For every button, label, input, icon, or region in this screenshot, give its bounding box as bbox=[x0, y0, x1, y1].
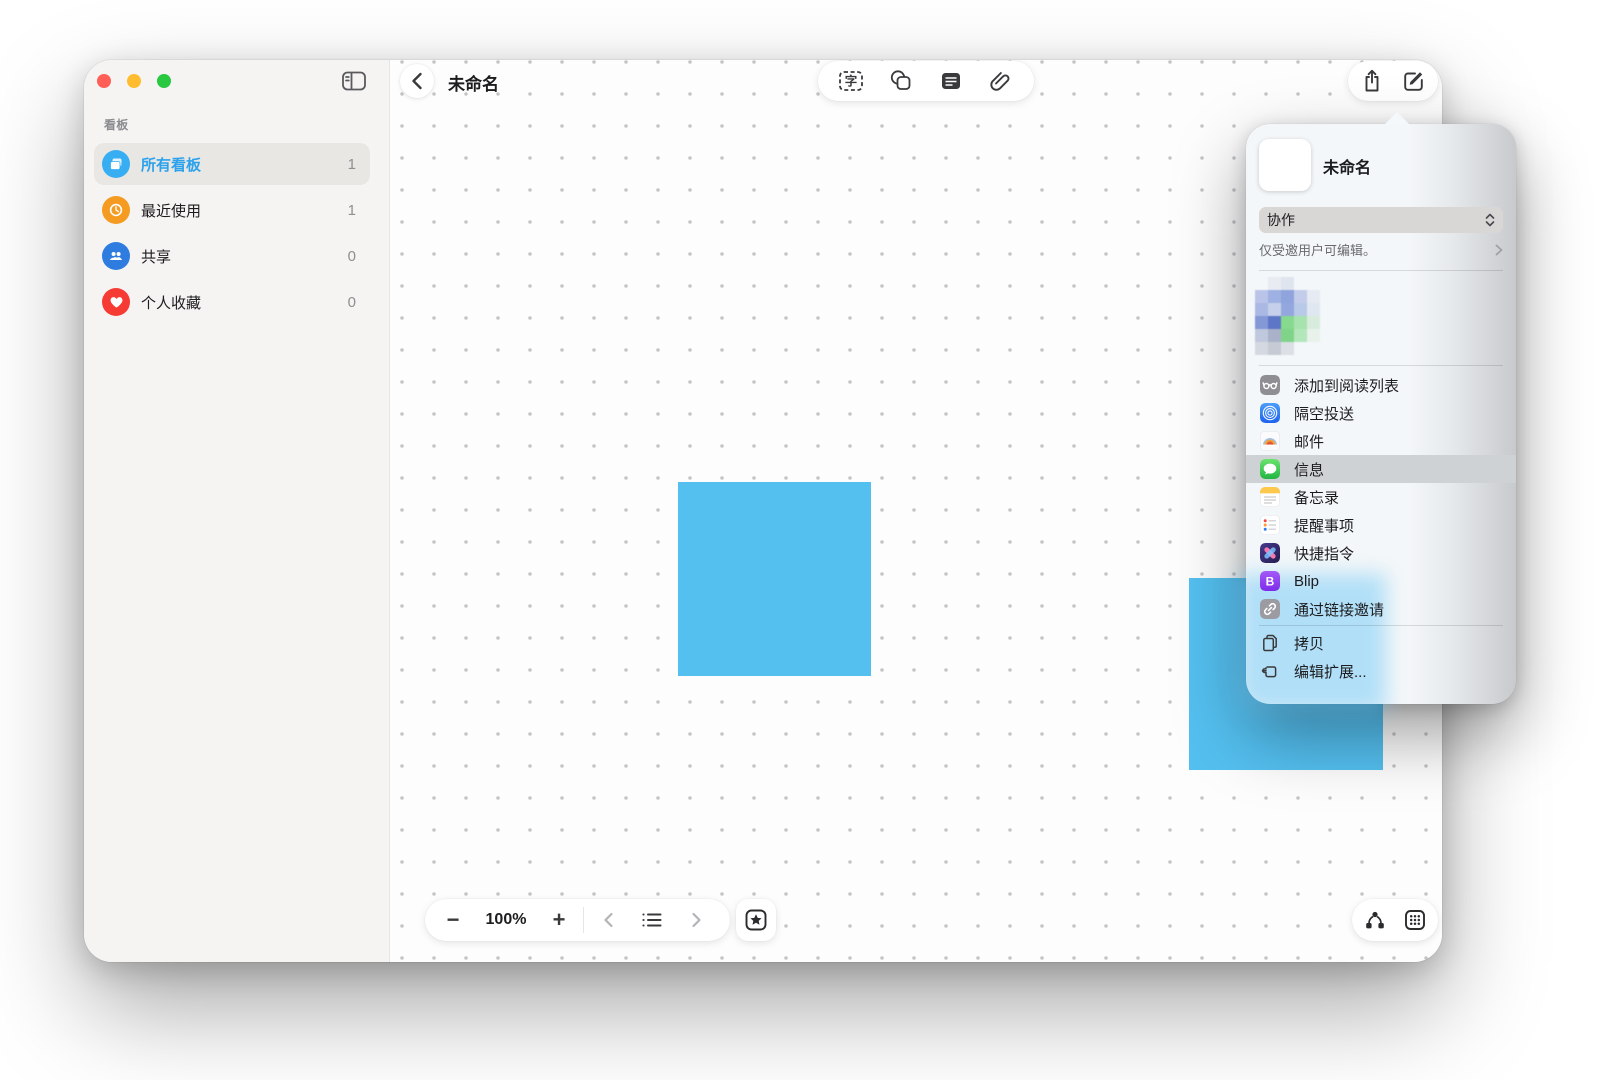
heart-icon bbox=[102, 288, 130, 316]
sidebar-item-label: 个人收藏 bbox=[141, 292, 348, 313]
mail-icon bbox=[1260, 431, 1280, 451]
share-target-notes[interactable]: 备忘录 bbox=[1246, 483, 1516, 511]
zoom-in-button[interactable]: + bbox=[537, 903, 581, 937]
link-icon bbox=[1260, 599, 1280, 619]
back-button[interactable] bbox=[400, 64, 434, 98]
sidebar-item-favorites[interactable]: 个人收藏 0 bbox=[94, 281, 370, 323]
reminders-icon bbox=[1260, 515, 1280, 535]
popover-actions: 拷贝 编辑扩展... bbox=[1246, 629, 1516, 685]
copy-action[interactable]: 拷贝 bbox=[1246, 629, 1516, 657]
reading-list-icon bbox=[1260, 375, 1280, 395]
share-target-messages[interactable]: 信息 bbox=[1246, 455, 1516, 483]
insert-toolbar: 字 bbox=[818, 61, 1034, 101]
up-down-chevron-icon bbox=[1485, 213, 1495, 227]
board-list-icon[interactable] bbox=[630, 903, 674, 937]
share-target-airdrop[interactable]: 隔空投送 bbox=[1246, 399, 1516, 427]
collaborate-select[interactable]: 协作 bbox=[1259, 207, 1503, 233]
favorite-board-icon[interactable] bbox=[736, 899, 776, 941]
divider bbox=[583, 907, 584, 933]
sidebar-item-all-boards[interactable]: 所有看板 1 bbox=[94, 143, 370, 185]
attachment-icon[interactable] bbox=[984, 64, 1018, 98]
zoom-level[interactable]: 100% bbox=[475, 911, 537, 929]
clock-icon bbox=[102, 196, 130, 224]
divider bbox=[1259, 270, 1503, 271]
nav-back-icon[interactable] bbox=[586, 903, 630, 937]
sidebar: 看板 所有看板 1 最近使用 bbox=[84, 60, 390, 962]
sidebar-item-count: 1 bbox=[348, 202, 356, 219]
sidebar-item-count: 0 bbox=[348, 248, 356, 265]
zoom-toolbar: − 100% + bbox=[425, 899, 730, 941]
close-window-button[interactable] bbox=[97, 74, 111, 88]
collaborate-select-value: 协作 bbox=[1267, 210, 1485, 230]
permission-row[interactable]: 仅受邀用户可编辑。 bbox=[1259, 240, 1503, 259]
zoom-out-button[interactable]: − bbox=[431, 903, 475, 937]
share-target-reading-list[interactable]: 添加到阅读列表 bbox=[1246, 371, 1516, 399]
svg-text:字: 字 bbox=[845, 74, 858, 89]
chevron-right-icon bbox=[1495, 244, 1503, 256]
sidebar-item-recents[interactable]: 最近使用 1 bbox=[94, 189, 370, 231]
sticky-note-tool-icon[interactable] bbox=[934, 64, 968, 98]
zoom-window-button[interactable] bbox=[157, 74, 171, 88]
new-board-icon[interactable] bbox=[1397, 64, 1431, 98]
avatar-mosaic bbox=[1255, 277, 1320, 355]
sidebar-item-shared[interactable]: 共享 0 bbox=[94, 235, 370, 277]
divider bbox=[1259, 625, 1503, 626]
grid-view-icon[interactable] bbox=[1398, 903, 1432, 937]
share-target-blip[interactable]: B Blip bbox=[1246, 567, 1516, 595]
share-target-shortcuts[interactable]: 快捷指令 bbox=[1246, 539, 1516, 567]
blip-icon: B bbox=[1260, 571, 1280, 591]
text-style-tool-icon[interactable]: 字 bbox=[834, 64, 868, 98]
messages-icon bbox=[1260, 459, 1280, 479]
toggle-sidebar-icon[interactable] bbox=[340, 69, 368, 93]
share-icon[interactable] bbox=[1355, 64, 1389, 98]
notes-icon bbox=[1260, 487, 1280, 507]
divider bbox=[1259, 365, 1503, 366]
people-icon bbox=[102, 242, 130, 270]
window-actions-toolbar bbox=[1348, 61, 1438, 101]
svg-text:B: B bbox=[1266, 575, 1275, 589]
shortcuts-icon bbox=[1260, 543, 1280, 563]
popover-board-title: 未命名 bbox=[1323, 154, 1371, 178]
nav-forward-icon[interactable] bbox=[674, 903, 718, 937]
sidebar-item-label: 所有看板 bbox=[141, 154, 348, 175]
sidebar-item-count: 0 bbox=[348, 294, 356, 311]
view-toolbar bbox=[1352, 899, 1438, 941]
share-target-mail[interactable]: 邮件 bbox=[1246, 427, 1516, 455]
board-title: 未命名 bbox=[448, 70, 499, 95]
screen: { "colors": { "accent_blue": "#2da2ec", … bbox=[0, 0, 1600, 1080]
sidebar-item-label: 共享 bbox=[141, 246, 348, 267]
copy-icon bbox=[1260, 633, 1280, 653]
sidebar-item-label: 最近使用 bbox=[141, 200, 348, 221]
boards-icon bbox=[102, 150, 130, 178]
extensions-icon bbox=[1260, 661, 1280, 681]
airdrop-icon bbox=[1260, 403, 1280, 423]
share-target-invite-link[interactable]: 通过链接邀请 bbox=[1246, 595, 1516, 623]
minimize-window-button[interactable] bbox=[127, 74, 141, 88]
share-target-reminders[interactable]: 提醒事项 bbox=[1246, 511, 1516, 539]
share-popover: 未命名 协作 仅受邀用户可编辑。 添加到阅读列表 bbox=[1246, 124, 1516, 704]
permission-caption: 仅受邀用户可编辑。 bbox=[1259, 240, 1495, 259]
freeform-window: 看板 所有看板 1 最近使用 bbox=[84, 60, 1442, 962]
share-target-list: 添加到阅读列表 隔空投送 邮件 信息 备忘录 bbox=[1246, 371, 1516, 623]
sidebar-section-header: 看板 bbox=[104, 116, 129, 133]
sidebar-item-count: 1 bbox=[348, 156, 356, 173]
blue-square-shape[interactable] bbox=[678, 482, 871, 676]
edit-extensions-action[interactable]: 编辑扩展... bbox=[1246, 657, 1516, 685]
connect-diagram-icon[interactable] bbox=[1358, 903, 1392, 937]
board-thumbnail bbox=[1259, 139, 1311, 191]
shapes-tool-icon[interactable] bbox=[884, 64, 918, 98]
